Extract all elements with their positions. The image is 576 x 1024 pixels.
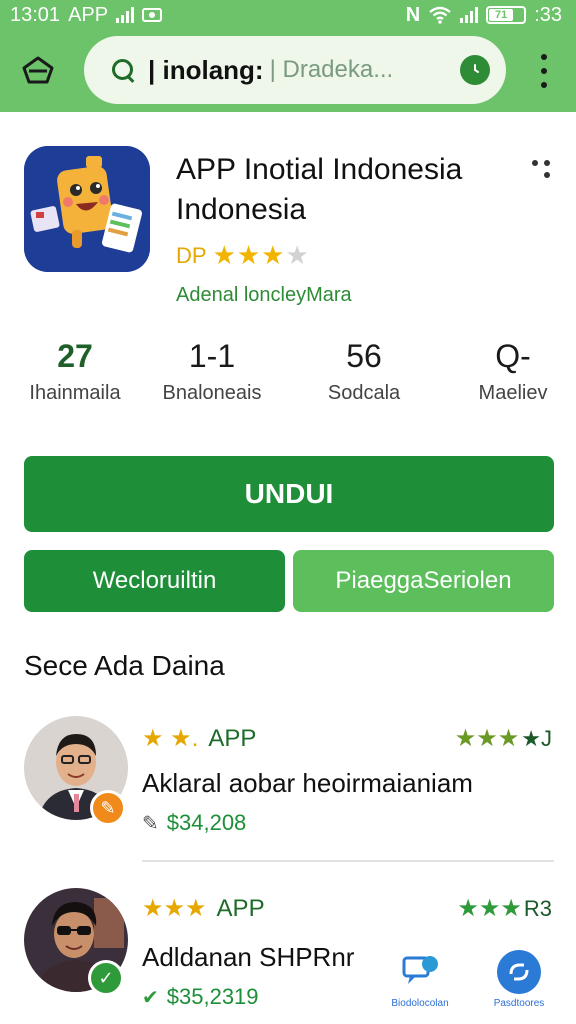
review-text: Aklaral aobar heoirmaianiam (142, 768, 473, 798)
stat-item: Q‑ Maeliev (460, 336, 566, 405)
stat-label: Maeliev (478, 382, 548, 404)
app-menu-button[interactable] (530, 156, 552, 182)
status-clock: :33 (534, 3, 562, 26)
review-rating-right: ★★★ ★J (454, 725, 552, 752)
review-text: Adldanan SHPRnr (142, 942, 355, 972)
section-title: Sece Ada Daina (24, 650, 225, 681)
install-button[interactable]: UNDUI (24, 456, 554, 532)
battery-icon: 71 (486, 6, 527, 24)
review-stars: ★★★ APP (142, 894, 265, 923)
edit-badge-icon: ✎ (90, 790, 126, 826)
secondary-left-button[interactable]: Wecloruiltin (24, 550, 285, 612)
review-stars: ★ ★. APP (142, 724, 257, 753)
review-rating-right: ★★★ R3 (457, 895, 552, 922)
app-icon[interactable] (24, 146, 150, 272)
wifi-icon (429, 6, 451, 24)
sync-label: Pasdtoores (493, 998, 545, 1009)
star-rating-icon: ★★★★ (212, 240, 310, 270)
home-button[interactable] (20, 52, 56, 88)
stat-value: 1‑1 (188, 338, 236, 374)
app-title: APP Inotial Indonesia Indonesia (176, 153, 463, 226)
status-app-label: APP (68, 3, 109, 26)
search-query[interactable]: | inolang: (148, 55, 264, 86)
mascot-icon (24, 146, 150, 272)
stat-label: Bnaloneais (162, 382, 262, 404)
stats-row: 27 Ihainmaila 1‑1 Bnaloneais 56 Sodcala … (0, 336, 576, 416)
verified-check-icon: ✓ (88, 960, 124, 996)
edit-icon: ✎ (142, 812, 159, 835)
stat-value: Q‑ (495, 338, 531, 374)
nfc-icon: N (405, 3, 421, 26)
sync-icon (497, 950, 541, 994)
review-tag: APP (208, 724, 257, 752)
review-tag: APP (216, 894, 265, 922)
tag-icon: ✔ (142, 986, 159, 1009)
review-price: ✎ $34,208 (142, 810, 247, 835)
search-bar[interactable]: | inolang: | Dradeka... (84, 36, 506, 104)
stat-item: 27 Ihainmaila (20, 336, 130, 405)
stat-value: 27 (57, 338, 93, 374)
clock-icon (474, 64, 479, 73)
chat-label: Biodolocolan (391, 998, 449, 1009)
status-time: 13:01 (10, 3, 61, 26)
photo-notification-icon (142, 8, 163, 22)
review-price: ✔ $35,2319 (142, 984, 259, 1009)
signal-strength-icon (460, 7, 479, 23)
rating-row: DP ★★★★ (176, 240, 310, 271)
rating-prefix: DP (176, 242, 207, 268)
voice-search-button[interactable] (460, 55, 490, 85)
stat-label: Ihainmaila (29, 382, 121, 404)
chat-button[interactable]: Biodolocolan (382, 950, 458, 1009)
status-bar: 13:01 APP N 71 :33 (0, 0, 576, 30)
home-icon (22, 56, 54, 84)
secondary-right-button[interactable]: PiaeggaSeriolen (293, 550, 554, 612)
chat-icon (398, 950, 442, 994)
stat-item: 1‑1 Bnaloneais (154, 336, 270, 405)
overflow-menu-button[interactable] (534, 54, 554, 88)
stat-item: 56 Sodcala (310, 336, 418, 405)
stat-value: 56 (346, 338, 382, 374)
search-placeholder: | Dradeka... (269, 56, 394, 83)
developer-link[interactable]: Adenal loncleyMara (176, 284, 352, 307)
stat-label: Sodcala (327, 382, 401, 404)
sync-button[interactable]: Pasdtoores (486, 950, 552, 1009)
top-app-bar: 13:01 APP N 71 :33 | inolang: | Dradeka.… (0, 0, 576, 112)
search-icon (110, 57, 136, 83)
cellular-signal-icon (116, 7, 135, 23)
list-divider (142, 860, 554, 862)
